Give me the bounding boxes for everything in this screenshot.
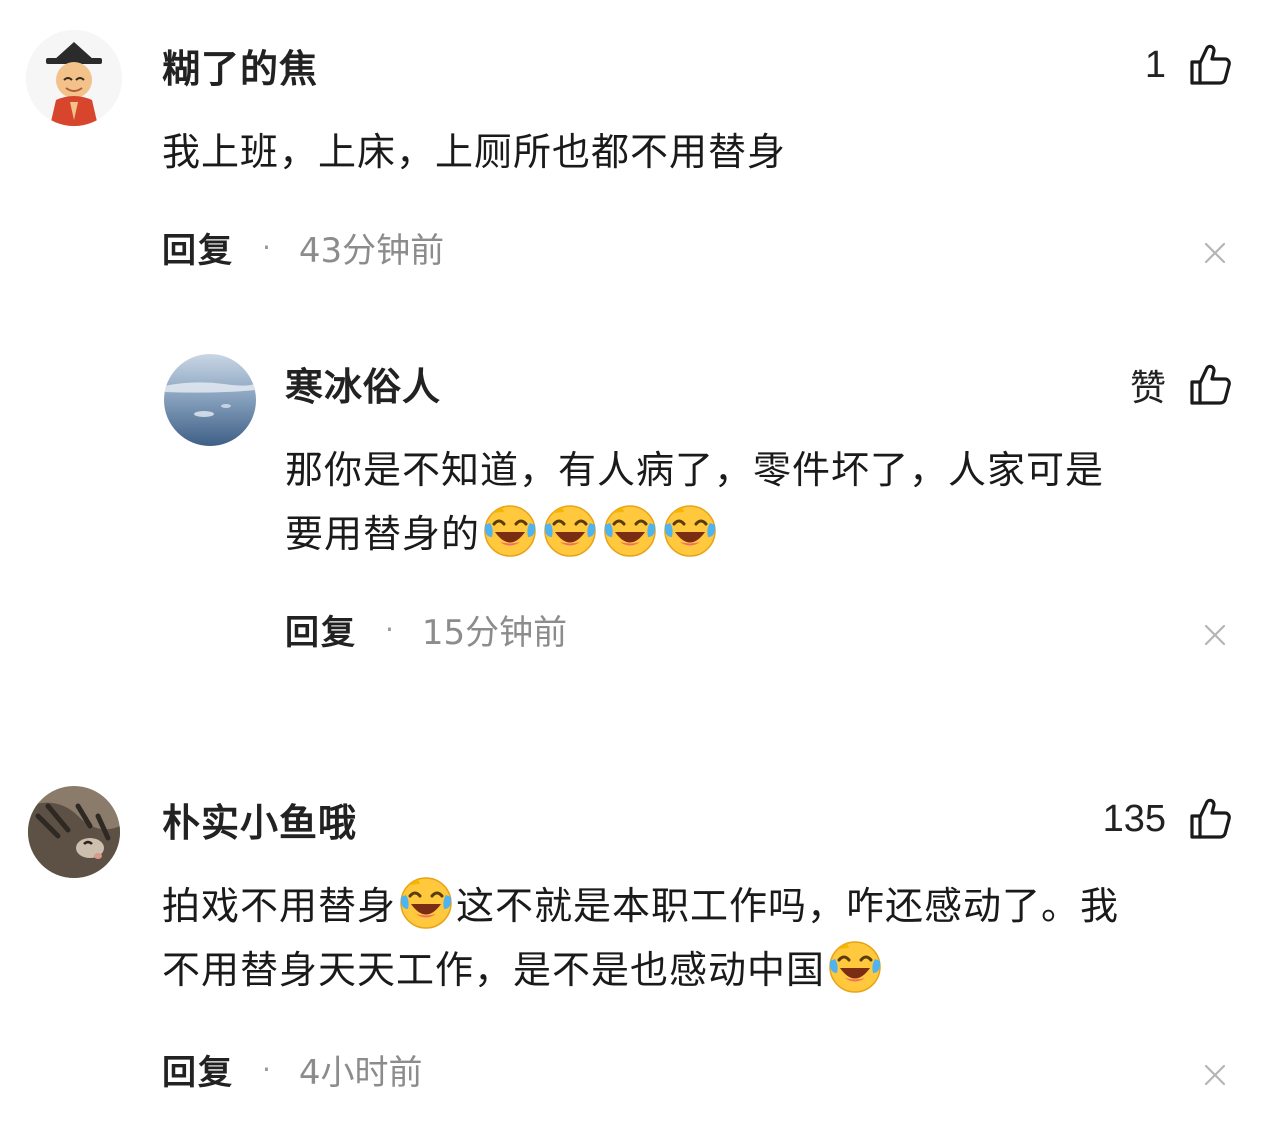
- comment-text-segment: 不用替身天天工作，是不是也感动中国: [162, 948, 826, 992]
- comment-text-segment: 拍戏不用替身: [162, 884, 397, 928]
- close-icon[interactable]: [1202, 240, 1228, 266]
- like-label: 赞: [1129, 368, 1166, 409]
- laughing-tears-emoji-icon: [827, 939, 883, 995]
- avatar[interactable]: [26, 30, 122, 126]
- laughing-tears-emoji-icon: [602, 503, 658, 559]
- like-button[interactable]: 赞: [1130, 360, 1232, 410]
- comment-meta: 回复 · 43分钟前: [162, 222, 444, 272]
- aerial-sky-avatar-icon: [164, 354, 256, 446]
- thumbs-up-icon[interactable]: [1188, 797, 1232, 841]
- timestamp: 15分钟前: [421, 612, 568, 653]
- reply-comment-item: 寒冰俗人 赞 那你是不知道，有人病了，零件坏了，人家可是 要用替身的 回复 · …: [0, 340, 1280, 680]
- comment-text-line: 拍戏不用替身 这不就是本职工作吗，咋还感动了。我: [162, 874, 1242, 938]
- comment-text: 我上班，上床，上厕所也都不用替身: [162, 130, 787, 174]
- comment-text: 拍戏不用替身 这不就是本职工作吗，咋还感动了。我 不用替身天天工作，是不是也感动中…: [162, 874, 1242, 1002]
- reply-button[interactable]: 回复: [162, 223, 234, 272]
- laughing-tears-emoji-icon: [398, 875, 454, 931]
- comment-text-segment: 要用替身的: [285, 512, 481, 556]
- laughing-tears-emoji-icon: [482, 503, 538, 559]
- laughing-tears-emoji-icon: [662, 503, 718, 559]
- comment-item: 糊了的焦 1 我上班，上床，上厕所也都不用替身 回复 · 43分钟前: [0, 0, 1280, 300]
- comment-meta: 回复 · 15分钟前: [285, 604, 567, 654]
- separator-dot: ·: [262, 230, 271, 264]
- comment-meta: 回复 · 4小时前: [162, 1044, 423, 1094]
- like-count: 135: [1102, 797, 1166, 840]
- close-icon[interactable]: [1202, 1062, 1228, 1088]
- comment-text-line: 不用替身天天工作，是不是也感动中国: [162, 938, 1242, 1002]
- like-count: 1: [1144, 43, 1166, 86]
- avatar[interactable]: [164, 354, 256, 446]
- like-button[interactable]: 1: [1145, 40, 1232, 90]
- comment-item: 朴实小鱼哦 135 拍戏不用替身 这不就是本职工作吗，咋还感动了。我 不用替身天天…: [0, 770, 1280, 1146]
- timestamp: 43分钟前: [298, 230, 445, 271]
- timestamp: 4小时前: [298, 1052, 423, 1093]
- comment-text-line: 那你是不知道，有人病了，零件坏了，人家可是: [285, 448, 1105, 492]
- laughing-tears-emoji-icon: [542, 503, 598, 559]
- username[interactable]: 糊了的焦: [162, 38, 318, 93]
- comment-text-segment: 这不就是本职工作吗，咋还感动了。我: [456, 884, 1120, 928]
- separator-dot: ·: [262, 1052, 271, 1086]
- reply-button[interactable]: 回复: [162, 1045, 234, 1094]
- cat-photo-avatar-icon: [28, 786, 120, 878]
- separator-dot: ·: [385, 612, 394, 646]
- reply-button[interactable]: 回复: [285, 605, 357, 654]
- thumbs-up-icon[interactable]: [1188, 363, 1232, 407]
- thumbs-up-icon[interactable]: [1188, 43, 1232, 87]
- username[interactable]: 朴实小鱼哦: [162, 792, 357, 847]
- comment-text-line: 要用替身的: [285, 502, 1225, 566]
- avatar[interactable]: [28, 786, 120, 878]
- comment-text: 那你是不知道，有人病了，零件坏了，人家可是 要用替身的: [285, 438, 1225, 566]
- like-button[interactable]: 135: [1103, 794, 1232, 844]
- cartoon-scholar-avatar-icon: [26, 30, 122, 126]
- username[interactable]: 寒冰俗人: [285, 356, 441, 411]
- close-icon[interactable]: [1202, 622, 1228, 648]
